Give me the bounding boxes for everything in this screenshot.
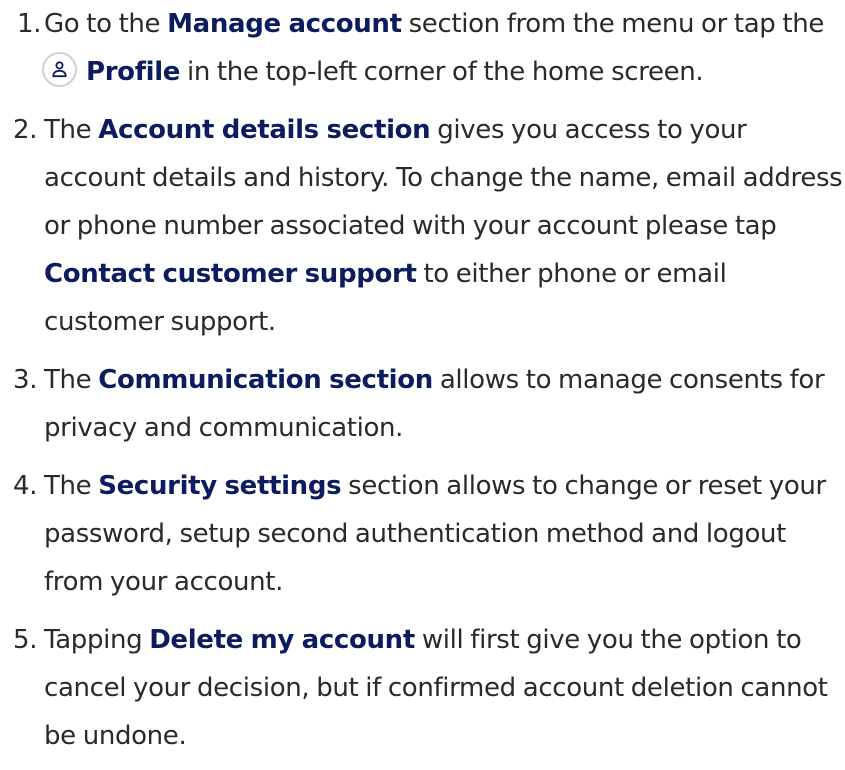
step-manage-account: 1. Go to the Manage account section from… (0, 0, 845, 96)
profile-icon (42, 52, 77, 87)
step-text: in the top-left corner of the home scree… (180, 57, 704, 87)
step-number: 2. (13, 115, 38, 145)
communication-section-link[interactable]: Communication section (98, 365, 433, 395)
step-number: 5. (13, 625, 38, 655)
instruction-steps: 1. Go to the Manage account section from… (0, 0, 845, 770)
step-security-settings: 4. The Security settings section allows … (0, 462, 845, 606)
manage-account-link[interactable]: Manage account (167, 9, 402, 39)
step-text: Tapping (44, 625, 150, 655)
step-text: section from the menu or tap the (401, 9, 825, 39)
security-settings-link[interactable]: Security settings (98, 471, 341, 501)
step-text: The (44, 365, 99, 395)
step-text: The (44, 115, 99, 145)
step-text: The (44, 471, 99, 501)
step-account-details: 2. The Account details section gives you… (0, 106, 845, 346)
step-number: 1. (17, 9, 42, 39)
step-number: 3. (13, 365, 38, 395)
profile-link[interactable]: Profile (86, 57, 180, 87)
step-text: Go to the (44, 9, 168, 39)
step-delete-account: 5. Tapping Delete my account will first … (0, 616, 845, 760)
delete-my-account-link[interactable]: Delete my account (149, 625, 415, 655)
step-number: 4. (13, 471, 38, 501)
contact-customer-support-link[interactable]: Contact customer support (44, 259, 417, 289)
account-details-link[interactable]: Account details section (98, 115, 430, 145)
step-communication: 3. The Communication section allows to m… (0, 356, 845, 452)
